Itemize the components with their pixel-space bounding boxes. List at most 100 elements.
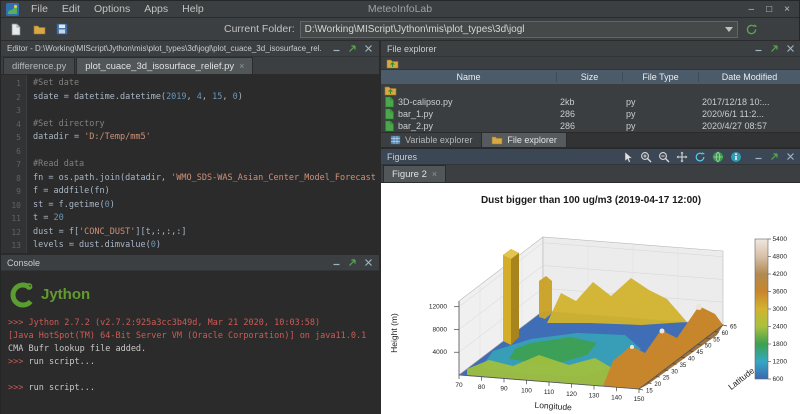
float-panel-button[interactable] — [347, 44, 357, 54]
menu-bar: FileEditOptionsAppsHelp — [24, 2, 211, 16]
editor-tab[interactable]: plot_cuace_3d_isosurface_relief.py× — [76, 57, 253, 74]
code-line: #Set date — [33, 77, 379, 91]
file-name-cell: bar_1.py — [381, 108, 557, 120]
close-window-button[interactable]: × — [784, 2, 790, 17]
figures-panel-title: Figures — [387, 152, 417, 162]
svg-text:4800: 4800 — [773, 254, 788, 261]
minimize-panel-button[interactable] — [331, 44, 341, 54]
close-figure-tab-icon[interactable]: × — [432, 170, 437, 179]
combo-dropdown-arrow-icon[interactable] — [725, 27, 733, 32]
code-text[interactable]: #Set datesdate = datetime.datetime(2019,… — [27, 75, 379, 253]
close-tab-icon[interactable]: × — [239, 62, 244, 71]
svg-text:130: 130 — [589, 393, 600, 400]
editor-panel: Editor - D:\Working\MIScript\Jython\mis\… — [1, 41, 379, 253]
file-row[interactable]: 3D-calipso.py2kbpy2017/12/18 10:... — [381, 96, 800, 108]
line-number: 2 — [1, 91, 21, 105]
menu-apps[interactable]: Apps — [137, 2, 175, 16]
chart-title: Dust bigger than 100 ug/m3 (2019-04-17 1… — [481, 195, 701, 206]
open-file-button[interactable] — [30, 20, 48, 38]
file-size-cell: 286 — [557, 121, 623, 131]
file-name-cell — [381, 85, 557, 96]
line-number: 3 — [1, 104, 21, 118]
parent-folder-button[interactable] — [385, 57, 399, 69]
close-panel-button[interactable] — [785, 152, 795, 162]
file-row[interactable]: bar_2.py286py2020/4/27 08:57 — [381, 120, 800, 132]
console-output[interactable]: Jython >>> Jython 2.7.2 (v2.7.2:925a3cc3… — [1, 271, 379, 414]
menu-file[interactable]: File — [24, 2, 55, 16]
full-extent-button[interactable] — [711, 150, 725, 164]
current-folder-value: D:\Working\MIScript\Jython\mis\plot_type… — [305, 24, 525, 35]
refresh-folder-button[interactable] — [743, 20, 761, 38]
maximize-window-button[interactable]: □ — [766, 2, 772, 17]
float-panel-button[interactable] — [769, 44, 779, 54]
console-line: CMA Bufr lookup file added. — [8, 343, 372, 356]
column-header-file-type[interactable]: File Type — [623, 72, 699, 82]
save-file-button[interactable] — [53, 20, 71, 38]
menu-help[interactable]: Help — [175, 2, 211, 16]
editor-panel-controls — [331, 44, 373, 54]
svg-text:5400: 5400 — [773, 236, 788, 243]
console-line: >>> run script... — [8, 356, 372, 369]
tab-variable-explorer[interactable]: Variable explorer — [381, 133, 482, 147]
main-area: Editor - D:\Working\MIScript\Jython\mis\… — [1, 41, 799, 414]
svg-text:4200: 4200 — [773, 271, 788, 278]
svg-text:1200: 1200 — [773, 359, 788, 366]
figures-tabbar: Figure 2 × — [381, 165, 800, 183]
svg-text:110: 110 — [544, 389, 555, 396]
figure-tab[interactable]: Figure 2 × — [383, 165, 446, 182]
grid-icon — [390, 135, 401, 145]
svg-text:25: 25 — [663, 376, 670, 382]
code-line: fn = os.path.join(datadir, 'WMO_SDS-WAS_… — [33, 172, 379, 186]
svg-text:65: 65 — [730, 325, 737, 331]
svg-text:2400: 2400 — [773, 324, 788, 331]
close-panel-button[interactable] — [363, 44, 373, 54]
svg-text:70: 70 — [455, 382, 463, 389]
svg-text:1800: 1800 — [773, 341, 788, 348]
minimize-window-button[interactable]: – — [749, 2, 755, 17]
svg-text:35: 35 — [680, 363, 687, 369]
identify-button[interactable] — [729, 150, 743, 164]
code-editor[interactable]: 12345678910111213 #Set datesdate = datet… — [1, 75, 379, 253]
minimize-panel-button[interactable] — [753, 152, 763, 162]
current-folder-combobox[interactable]: D:\Working\MIScript\Jython\mis\plot_type… — [300, 21, 738, 38]
editor-tab-label: difference.py — [12, 61, 66, 72]
menu-options[interactable]: Options — [87, 2, 137, 16]
column-header-size[interactable]: Size — [557, 72, 623, 82]
pan-hand-button[interactable] — [675, 150, 689, 164]
editor-panel-title: Editor - D:\Working\MIScript\Jython\mis\… — [7, 44, 321, 53]
file-row[interactable] — [381, 84, 800, 96]
file-modified-cell: 2020/6/1 11:2... — [699, 109, 800, 119]
explorer-bottom-tabs: Variable explorerFile explorer — [381, 132, 800, 147]
zoom-in-button[interactable] — [639, 150, 653, 164]
zoom-out-button[interactable] — [657, 150, 671, 164]
rotate-button[interactable] — [693, 150, 707, 164]
console-panel-controls — [331, 258, 373, 268]
menu-edit[interactable]: Edit — [55, 2, 87, 16]
svg-text:40: 40 — [688, 357, 695, 363]
column-header-name[interactable]: Name — [381, 72, 557, 82]
tab-file-explorer[interactable]: File explorer — [482, 133, 567, 147]
float-panel-button[interactable] — [347, 258, 357, 268]
close-panel-button[interactable] — [785, 44, 795, 54]
svg-text:120: 120 — [566, 391, 577, 398]
figure-canvas[interactable]: Dust bigger than 100 ug/m3 (2019-04-17 1… — [381, 183, 800, 414]
editor-tab[interactable]: difference.py — [3, 57, 75, 74]
svg-text:50: 50 — [705, 344, 712, 350]
minimize-panel-button[interactable] — [331, 258, 341, 268]
svg-text:600: 600 — [773, 376, 784, 383]
file-row[interactable]: bar_1.py286py2020/6/1 11:2... — [381, 108, 800, 120]
svg-text:8000: 8000 — [433, 326, 448, 333]
file-explorer-controls — [753, 44, 795, 54]
folder-icon — [491, 135, 503, 145]
svg-text:20: 20 — [654, 382, 661, 388]
float-panel-button[interactable] — [769, 152, 779, 162]
select-arrow-button[interactable] — [621, 150, 635, 164]
window-controls: – □ × — [749, 2, 794, 17]
minimize-panel-button[interactable] — [753, 44, 763, 54]
column-header-date-modified[interactable]: Date Modified — [699, 72, 800, 82]
figure-toolbar — [621, 150, 743, 164]
new-script-button[interactable] — [7, 20, 25, 38]
close-panel-button[interactable] — [363, 258, 373, 268]
code-line: st = f.getime(0) — [33, 199, 379, 213]
svg-text:15: 15 — [646, 389, 653, 395]
